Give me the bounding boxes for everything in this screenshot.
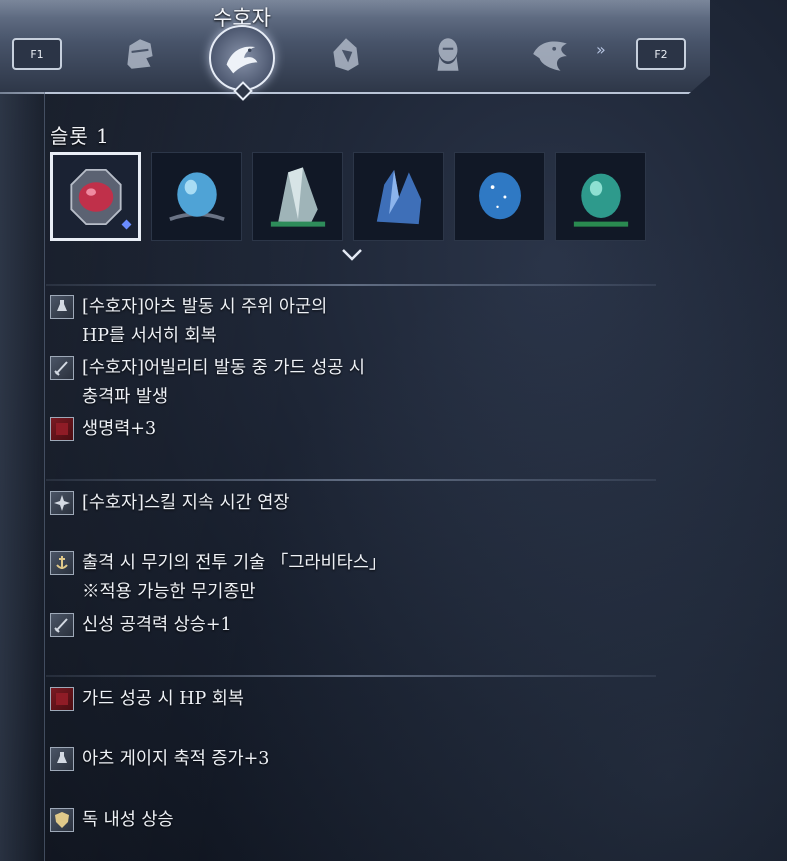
effect-text: ※적용 가능한 무기종만 xyxy=(82,582,256,602)
effect-item: 신성 공격력 상승+1 xyxy=(50,611,232,640)
effect-text: 아츠 게이지 축적 증가+3 xyxy=(82,749,270,769)
effect-item: [수호자]어빌리티 발동 중 가드 성공 시충격파 발생 xyxy=(50,354,365,412)
gem-slot-3[interactable] xyxy=(252,152,343,241)
health-block-icon xyxy=(50,417,74,441)
next-class-key-button[interactable]: F2 xyxy=(636,38,686,70)
prev-class-key-button[interactable]: F1 xyxy=(12,38,62,70)
effect-item: 가드 성공 시 HP 회복 xyxy=(50,685,244,714)
crystal-shard-gem-icon xyxy=(270,166,325,227)
more-classes-icon[interactable]: » xyxy=(596,40,606,59)
effect-text: HP를 서서히 회복 xyxy=(82,326,217,346)
sparkle-icon xyxy=(50,491,74,515)
effect-item: 생명력+3 xyxy=(50,415,156,444)
left-decorative-strip xyxy=(0,92,45,861)
effect-item: [수호자]아츠 발동 시 주위 아군의 HP를 서서히 회복 xyxy=(50,293,327,351)
effect-text: 생명력+3 xyxy=(82,419,157,439)
gem-slot-5[interactable] xyxy=(454,152,545,241)
effect-text: [수호자]아츠 발동 시 주위 아군의 xyxy=(82,297,328,317)
gem-slot-4[interactable] xyxy=(353,152,444,241)
starry-blue-orb-gem-icon xyxy=(478,171,521,219)
shield-badge-icon xyxy=(50,808,74,832)
expand-chevron-icon[interactable] xyxy=(341,248,363,266)
section-divider xyxy=(46,479,656,481)
blue-crystal-cluster-gem-icon xyxy=(376,169,421,224)
red-ornate-gem-icon xyxy=(69,168,122,225)
slot-title: 슬롯 1 xyxy=(50,124,110,148)
gem-slot-2[interactable] xyxy=(151,152,242,241)
effect-text: [수호자]스킬 지속 시간 연장 xyxy=(82,493,290,513)
anchor-icon xyxy=(50,551,74,575)
health-block-icon xyxy=(50,687,74,711)
section-divider xyxy=(46,675,656,677)
effect-item: 독 내성 상승 xyxy=(50,806,174,835)
section-divider xyxy=(46,284,656,286)
effect-text: 독 내성 상승 xyxy=(82,810,174,830)
gem-slot-6[interactable] xyxy=(555,152,646,241)
effect-text: 출격 시 무기의 전투 기술 「그라비타스」 xyxy=(82,553,387,573)
hooded-figure-icon[interactable] xyxy=(322,30,370,78)
knight-helmet-icon[interactable] xyxy=(116,30,164,78)
effect-text: 충격파 발생 xyxy=(82,387,169,407)
potion-icon xyxy=(50,747,74,771)
blue-orb-gem-icon xyxy=(168,171,225,221)
potion-icon xyxy=(50,295,74,319)
effect-item: 출격 시 무기의 전투 기술 「그라비타스」 ※적용 가능한 무기종만 xyxy=(50,549,386,607)
effect-text: 신성 공격력 상승+1 xyxy=(82,615,232,635)
effect-text: 가드 성공 시 HP 회복 xyxy=(82,689,244,709)
gem-slot-row xyxy=(50,152,646,241)
effect-item: [수호자]스킬 지속 시간 연장 xyxy=(50,489,289,518)
dragon-crest-icon[interactable] xyxy=(526,30,574,78)
tab-bar-shade xyxy=(0,0,710,18)
gem-slot-1[interactable] xyxy=(50,152,141,241)
sword-icon xyxy=(50,356,74,380)
veiled-woman-icon[interactable] xyxy=(424,30,472,78)
effect-item: 아츠 게이지 축적 증가+3 xyxy=(50,745,269,774)
teal-orb-gem-icon xyxy=(573,173,628,227)
sword-icon xyxy=(50,613,74,637)
effect-text: [수호자]어빌리티 발동 중 가드 성공 시 xyxy=(82,358,365,378)
